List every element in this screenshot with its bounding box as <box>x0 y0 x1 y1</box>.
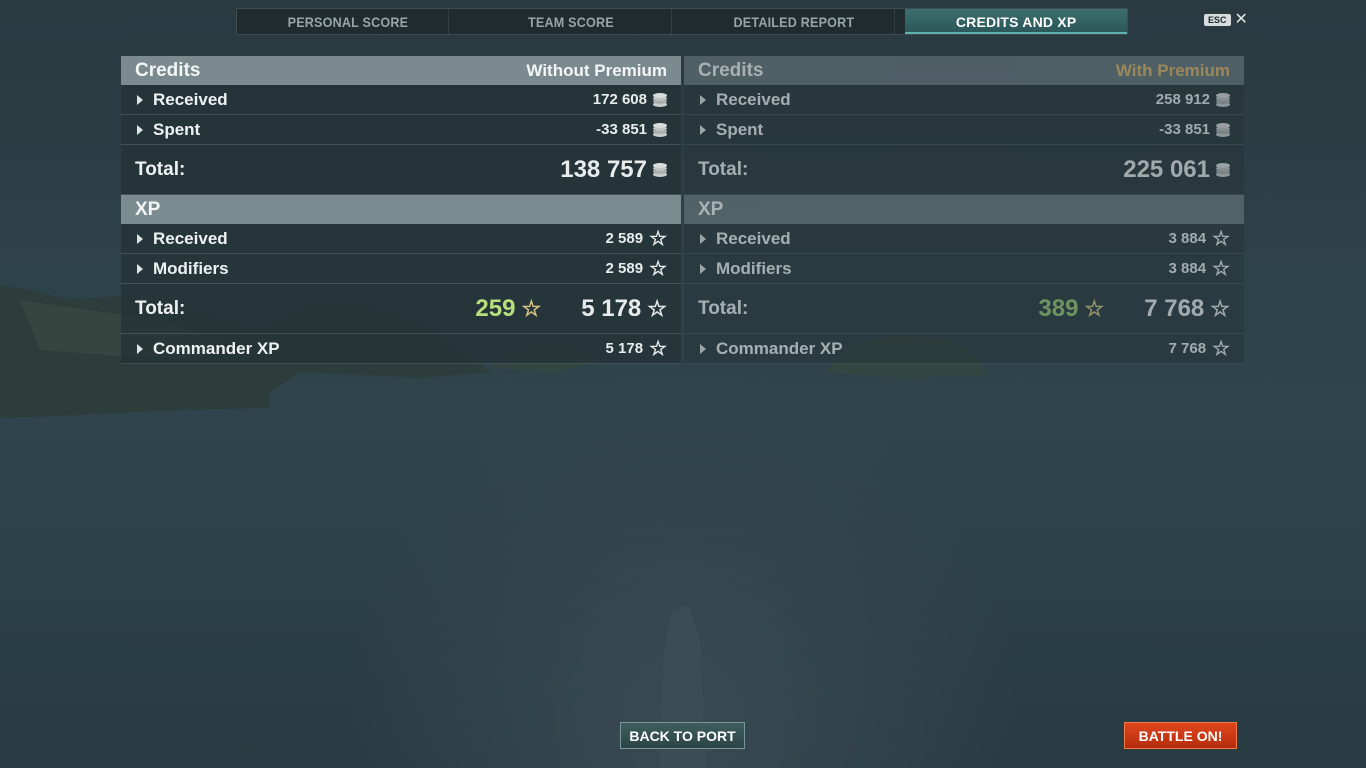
expand-arrow-icon <box>700 94 706 105</box>
premium-credits-total-row: Total: 225 061 <box>684 145 1244 195</box>
with-premium-panel: Credits With Premium Received 258 912 Sp… <box>684 56 1244 364</box>
credits-received-label: Received <box>153 89 228 109</box>
xp-modifiers-value: 2 589 <box>605 260 644 277</box>
premium-xp-received-label: Received <box>716 228 791 248</box>
premium-credits-spent-value: -33 851 <box>1159 121 1210 138</box>
premium-free-xp-value: 389 <box>1038 294 1079 322</box>
xp-header-premium: XP <box>684 195 1244 224</box>
expand-arrow-icon <box>700 233 706 244</box>
xp-star-icon: ☆ <box>649 257 667 280</box>
expand-arrow-icon <box>137 343 143 354</box>
credits-total-value: 138 757 <box>560 155 647 183</box>
premium-xp-total-row: Total: 389 ☆ 7 768 ☆ <box>684 284 1244 334</box>
premium-credits-received-row[interactable]: Received 258 912 <box>684 85 1244 115</box>
without-premium-title: Without Premium <box>526 60 667 80</box>
xp-header: XP <box>121 195 681 224</box>
premium-credits-total-value: 225 061 <box>1123 155 1210 183</box>
credit-coin-icon <box>1216 122 1230 137</box>
expand-arrow-icon <box>137 94 143 105</box>
credits-received-value: 172 608 <box>592 91 647 108</box>
credit-coin-icon <box>1216 92 1230 107</box>
premium-xp-received-row[interactable]: Received 3 884 ☆ <box>684 224 1244 254</box>
credits-title: Credits <box>135 59 201 81</box>
expand-arrow-icon <box>700 124 706 135</box>
credit-coin-icon <box>653 92 667 107</box>
credits-received-row[interactable]: Received 172 608 <box>121 85 681 115</box>
free-xp-value: 259 <box>475 294 516 322</box>
xp-modifiers-row[interactable]: Modifiers 2 589 ☆ <box>121 254 681 284</box>
premium-commander-xp-row[interactable]: Commander XP 7 768 ☆ <box>684 334 1244 364</box>
without-premium-panel: Credits Without Premium Received 172 608… <box>121 56 681 364</box>
commander-xp-value: 5 178 <box>605 340 644 357</box>
esc-key-label: ESC <box>1204 14 1231 26</box>
battle-on-button[interactable]: BATTLE ON! <box>1124 722 1237 749</box>
premium-xp-total-value: 7 768 <box>1144 294 1205 322</box>
xp-received-value: 2 589 <box>605 230 644 247</box>
credits-spent-value: -33 851 <box>596 121 647 138</box>
free-xp-star-icon: ☆ <box>1084 295 1105 321</box>
tab-credits-and-xp[interactable]: CREDITS AND XP <box>905 9 1127 34</box>
premium-credits-received-label: Received <box>716 89 791 109</box>
expand-arrow-icon <box>137 263 143 274</box>
credits-spent-label: Spent <box>153 119 201 139</box>
premium-xp-received-value: 3 884 <box>1168 230 1207 247</box>
credit-coin-icon <box>653 122 667 137</box>
xp-star-icon: ☆ <box>647 295 667 321</box>
tab-team-score[interactable]: TEAM SCORE <box>471 9 672 34</box>
commander-xp-label: Commander XP <box>153 338 280 358</box>
xp-total-row: Total: 259 ☆ 5 178 ☆ <box>121 284 681 334</box>
xp-star-icon: ☆ <box>649 227 667 250</box>
close-button[interactable]: ESC ✕ <box>1204 11 1248 28</box>
tab-detailed-report[interactable]: DETAILED REPORT <box>694 9 895 34</box>
commander-xp-row[interactable]: Commander XP 5 178 ☆ <box>121 334 681 364</box>
premium-credits-received-value: 258 912 <box>1155 91 1210 108</box>
xp-modifiers-label: Modifiers <box>153 258 229 278</box>
with-premium-title: With Premium <box>1115 60 1230 80</box>
credits-total-label: Total: <box>135 158 186 180</box>
credits-header: Credits Without Premium <box>121 56 681 85</box>
xp-star-icon: ☆ <box>649 337 667 360</box>
expand-arrow-icon <box>137 124 143 135</box>
premium-credits-spent-label: Spent <box>716 119 764 139</box>
xp-star-icon: ☆ <box>1212 337 1230 360</box>
expand-arrow-icon <box>700 343 706 354</box>
xp-total-label: Total: <box>135 297 186 319</box>
xp-star-icon: ☆ <box>1212 257 1230 280</box>
premium-commander-xp-label: Commander XP <box>716 338 843 358</box>
credits-title-premium: Credits <box>698 59 764 81</box>
xp-total-value: 5 178 <box>581 294 642 322</box>
credits-header-premium: Credits With Premium <box>684 56 1244 85</box>
credits-total-row: Total: 138 757 <box>121 145 681 195</box>
xp-received-label: Received <box>153 228 228 248</box>
close-icon: ✕ <box>1234 11 1248 28</box>
premium-xp-modifiers-label: Modifiers <box>716 258 792 278</box>
xp-received-row[interactable]: Received 2 589 ☆ <box>121 224 681 254</box>
premium-credits-spent-row[interactable]: Spent -33 851 <box>684 115 1244 145</box>
premium-xp-total-label: Total: <box>698 297 749 319</box>
back-to-port-button[interactable]: BACK TO PORT <box>620 722 745 749</box>
credit-coin-icon <box>653 162 667 177</box>
premium-credits-total-label: Total: <box>698 158 749 180</box>
premium-commander-xp-value: 7 768 <box>1168 340 1207 357</box>
premium-xp-modifiers-value: 3 884 <box>1168 260 1207 277</box>
report-tabs: PERSONAL SCORE TEAM SCORE DETAILED REPOR… <box>236 8 1128 35</box>
credits-spent-row[interactable]: Spent -33 851 <box>121 115 681 145</box>
tab-personal-score[interactable]: PERSONAL SCORE <box>248 9 449 34</box>
xp-star-icon: ☆ <box>1212 227 1230 250</box>
xp-title: XP <box>135 198 161 220</box>
xp-title-premium: XP <box>698 198 724 220</box>
credit-coin-icon <box>1216 162 1230 177</box>
premium-xp-modifiers-row[interactable]: Modifiers 3 884 ☆ <box>684 254 1244 284</box>
xp-star-icon: ☆ <box>1210 295 1230 321</box>
free-xp-star-icon: ☆ <box>521 295 542 321</box>
expand-arrow-icon <box>137 233 143 244</box>
expand-arrow-icon <box>700 263 706 274</box>
